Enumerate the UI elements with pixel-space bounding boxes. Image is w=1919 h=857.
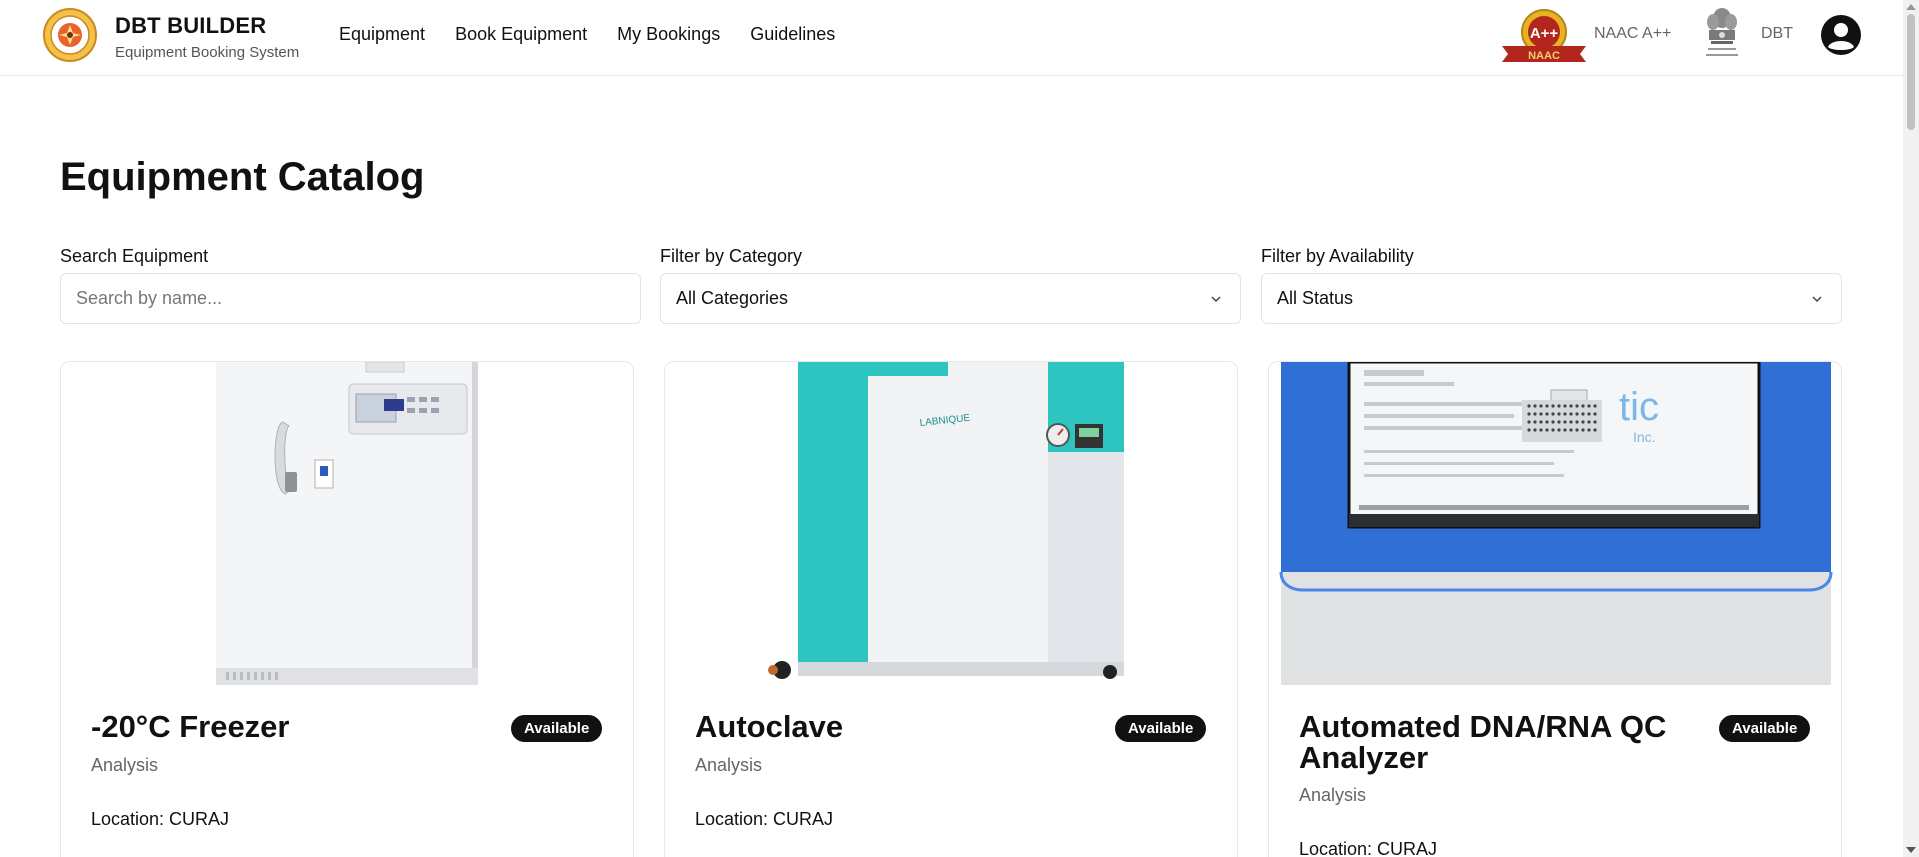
equipment-image: tic Inc.: [1269, 362, 1841, 685]
page-title: Equipment Catalog: [60, 155, 425, 199]
equipment-location: Location: CURAJ: [1299, 839, 1438, 857]
availability-filter: Filter by Availability All Status: [1261, 246, 1842, 324]
availability-label: Filter by Availability: [1261, 246, 1414, 266]
scroll-down-icon[interactable]: [1906, 847, 1916, 853]
equipment-image: [61, 362, 633, 685]
availability-select[interactable]: All Status: [1261, 273, 1842, 324]
search-label: Search Equipment: [60, 246, 209, 266]
equipment-category: Analysis: [1299, 785, 1367, 805]
equipment-name: Autoclave: [695, 709, 844, 744]
status-badge: Available: [1115, 715, 1207, 742]
nav-book-equipment[interactable]: Book Equipment: [455, 24, 587, 45]
nav-equipment[interactable]: Equipment: [339, 24, 425, 45]
national-emblem-icon: [1706, 8, 1738, 56]
equipment-name: Automated DNA/RNA QC Analyzer: [1299, 709, 1667, 775]
analyzer-image: tic Inc.: [1279, 362, 1833, 685]
user-account-icon[interactable]: [1820, 14, 1862, 56]
brand-title: DBT BUILDER: [115, 13, 267, 38]
scroll-thumb[interactable]: [1907, 14, 1915, 130]
main-nav: Equipment Book Equipment My Bookings Gui…: [339, 24, 835, 45]
equipment-location: Location: CURAJ: [91, 809, 230, 829]
university-logo-icon[interactable]: [42, 5, 98, 65]
category-select[interactable]: All Categories: [660, 273, 1241, 324]
search-filter: Search Equipment: [60, 246, 641, 324]
autoclave-image: LABNIQUE: [768, 362, 1124, 679]
equipment-location: Location: CURAJ: [695, 809, 834, 829]
category-value: All Categories: [676, 288, 789, 308]
top-header: DBT BUILDER Equipment Booking System Equ…: [0, 0, 1903, 76]
search-input[interactable]: [76, 288, 625, 309]
naac-ribbon-text: NAAC: [1528, 50, 1560, 62]
equipment-category: Analysis: [91, 755, 159, 775]
equipment-name: -20°C Freezer: [91, 709, 290, 744]
analyzer-brand-sub: Inc.: [1633, 429, 1656, 445]
naac-label: NAAC A++: [1594, 25, 1672, 42]
chevron-down-icon: [1211, 296, 1221, 303]
status-badge: Available: [1719, 715, 1811, 742]
nav-my-bookings[interactable]: My Bookings: [617, 24, 720, 45]
equipment-card[interactable]: tic Inc. Automated DNA/RNA QC Analyzer A…: [1268, 361, 1842, 857]
naac-badge-icon: A++ NAAC: [1502, 9, 1586, 62]
brand-subtitle: Equipment Booking System: [115, 44, 300, 61]
equipment-image: LABNIQUE: [665, 362, 1237, 685]
dbt-label: DBT: [1761, 25, 1793, 42]
chevron-down-icon: [1812, 296, 1822, 303]
page-scrollbar[interactable]: [1903, 0, 1919, 857]
category-filter: Filter by Category All Categories: [660, 246, 1241, 324]
equipment-category: Analysis: [695, 755, 763, 775]
availability-value: All Status: [1277, 288, 1354, 308]
equipment-card[interactable]: LABNIQUE Autoclave Available Analysis Lo…: [664, 361, 1238, 857]
scroll-up-icon[interactable]: [1906, 4, 1916, 10]
status-badge: Available: [511, 715, 603, 742]
nav-guidelines[interactable]: Guidelines: [750, 24, 835, 45]
search-field: [60, 273, 641, 324]
equipment-card[interactable]: -20°C Freezer Available Analysis Locatio…: [60, 361, 634, 857]
category-label: Filter by Category: [660, 246, 803, 266]
freezer-image: [216, 362, 478, 685]
naac-badge-text: A++: [1530, 25, 1559, 42]
analyzer-brand: tic: [1619, 385, 1659, 429]
